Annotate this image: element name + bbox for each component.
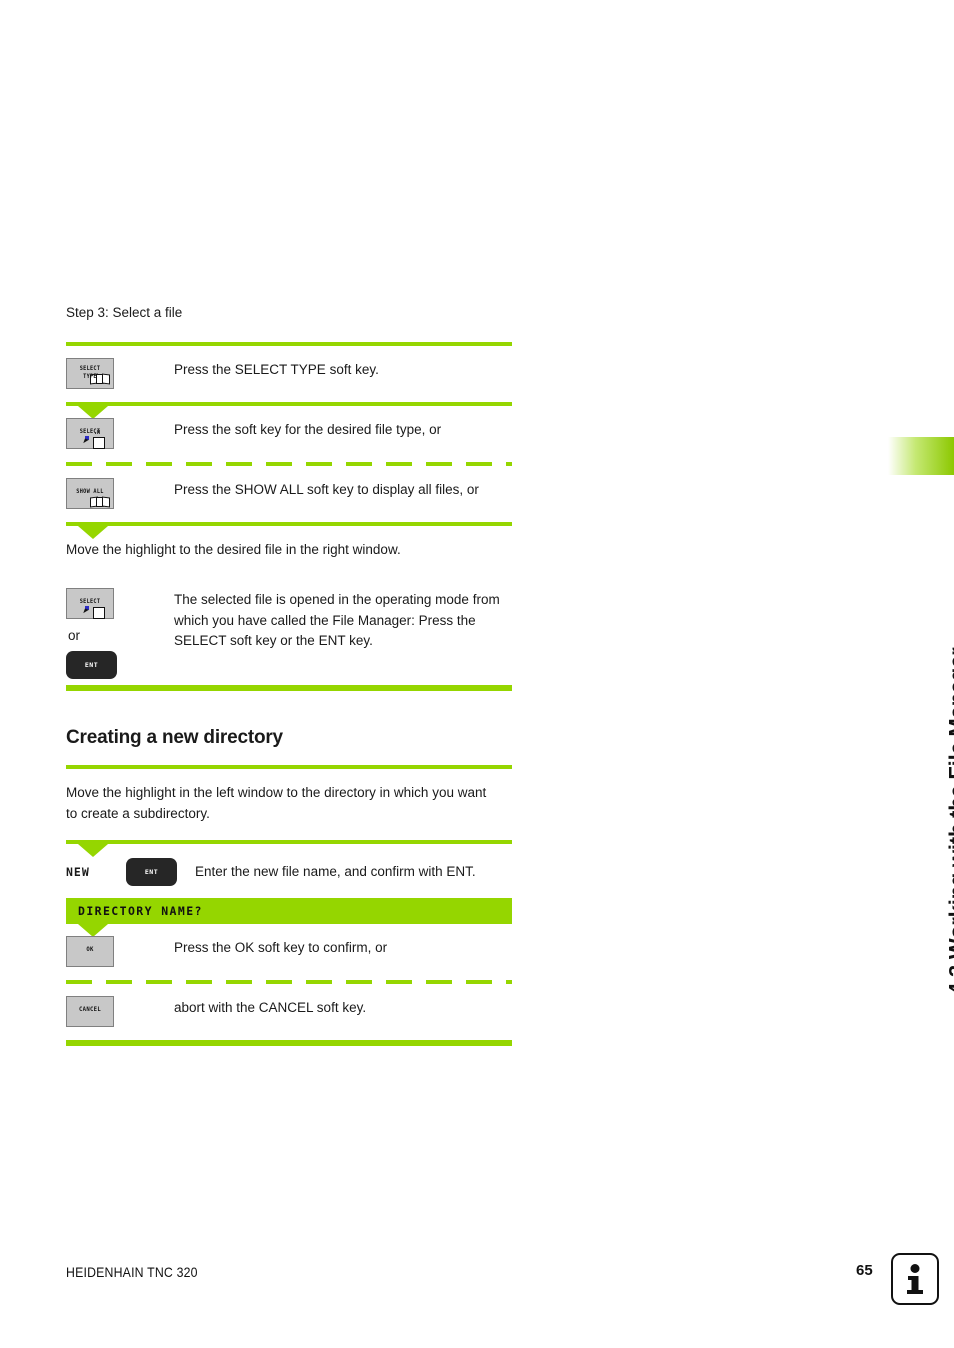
- key-column: SELECT .H: [66, 418, 174, 450]
- step3-intro: Step 3: Select a file: [66, 305, 183, 320]
- softkey-show-all[interactable]: SHOW ALL: [66, 478, 114, 509]
- prompt-banner: DIRECTORY NAME?: [66, 897, 512, 937]
- flow-arrow-down-icon: [78, 526, 108, 539]
- key-column: SELECT TYPE: [66, 358, 174, 389]
- content-column: Step 3: Select a file SELECT TYPE Press …: [66, 305, 512, 1046]
- move-highlight-text: Move the highlight to the desired file i…: [66, 542, 401, 557]
- section-rule-bottom: [66, 685, 512, 692]
- running-head: 4.3 Working with the File Manager: [844, 0, 954, 1000]
- prompt-banner-text: DIRECTORY NAME?: [78, 903, 203, 918]
- step-row-text: Press the OK soft key to confirm, or: [174, 939, 388, 955]
- step-row-text: The selected file is opened in the opera…: [174, 592, 500, 648]
- step-row-new-directory: NEW ENT Enter the new file name, and con…: [66, 844, 512, 898]
- key-column: SELECT or ENT: [66, 588, 174, 680]
- softkey-select-type[interactable]: SELECT TYPE: [66, 358, 114, 389]
- step-row-text: Press the SELECT TYPE soft key.: [174, 362, 379, 377]
- new-directory-intro: Move the highlight in the left window to…: [66, 785, 487, 821]
- key-column: OK: [66, 935, 174, 967]
- section-rule-with-arrow-1: [66, 402, 512, 419]
- or-label: or: [68, 628, 81, 644]
- new-directory-rule-bottom: [66, 1039, 512, 1046]
- step-row-text: Enter the new file name, and confirm wit…: [195, 863, 476, 879]
- step-row-select-open: SELECT or ENT The selected file is opene…: [66, 576, 512, 685]
- new-directory-rule-with-arrow: [66, 839, 512, 857]
- step-row-text: Press the soft key for the desired file …: [174, 422, 442, 437]
- step-row-cancel: CANCEL abort with the CANCEL soft key.: [66, 984, 512, 1040]
- info-i-icon: [891, 1253, 939, 1305]
- step-row-ok: OK Press the OK soft key to confirm, or: [66, 924, 512, 980]
- file-extension-label: .H: [94, 430, 101, 437]
- softkey-top-label: SHOW ALL: [76, 488, 104, 496]
- softkey-ok[interactable]: OK: [66, 935, 114, 967]
- flow-arrow-down-icon: [78, 843, 108, 857]
- softkey-label: OK: [86, 946, 94, 954]
- footer-brand: HEIDENHAIN TNC 320: [66, 1264, 198, 1280]
- page-number: 65: [856, 1262, 873, 1279]
- new-directory-rule-top: [66, 765, 512, 770]
- step-row-select-filetype: SELECT .H Press the soft key for the des…: [66, 406, 512, 462]
- softkey-new-label[interactable]: NEW: [66, 865, 126, 879]
- key-column: SHOW ALL: [66, 478, 174, 509]
- section-rule-with-arrow-2: [66, 522, 512, 539]
- section-rule-top: [66, 342, 512, 346]
- step-row-text: abort with the CANCEL soft key.: [174, 999, 367, 1015]
- page-footer: HEIDENHAIN TNC 320 65: [66, 1253, 954, 1338]
- softkey-cancel[interactable]: CANCEL: [66, 995, 114, 1027]
- document-page: 4.3 Working with the File Manager Step 3…: [0, 0, 954, 1348]
- step-row-select-type: SELECT TYPE Press the SELECT TYPE soft k…: [66, 346, 512, 402]
- running-head-highlight-tab: [888, 437, 954, 475]
- softkey-label: CANCEL: [78, 1006, 101, 1014]
- running-head-text: 4.3 Working with the File Manager: [944, 647, 954, 996]
- softkey-select[interactable]: SELECT: [66, 588, 114, 620]
- ent-key[interactable]: ENT: [66, 651, 117, 680]
- ent-key[interactable]: ENT: [126, 857, 177, 886]
- softkey-top-label: SELECT: [79, 365, 101, 373]
- page-title: Creating a new directory: [66, 727, 283, 749]
- key-column: CANCEL: [66, 995, 174, 1027]
- softkey-top-label: SELECT: [79, 598, 101, 606]
- step-row-text: Press the SHOW ALL soft key to display a…: [174, 482, 479, 497]
- softkey-select-h[interactable]: SELECT .H: [66, 418, 114, 450]
- softkey-bottom-label: TYPE: [83, 373, 97, 381]
- step-row-show-all: SHOW ALL Press the SHOW ALL soft key to …: [66, 466, 512, 522]
